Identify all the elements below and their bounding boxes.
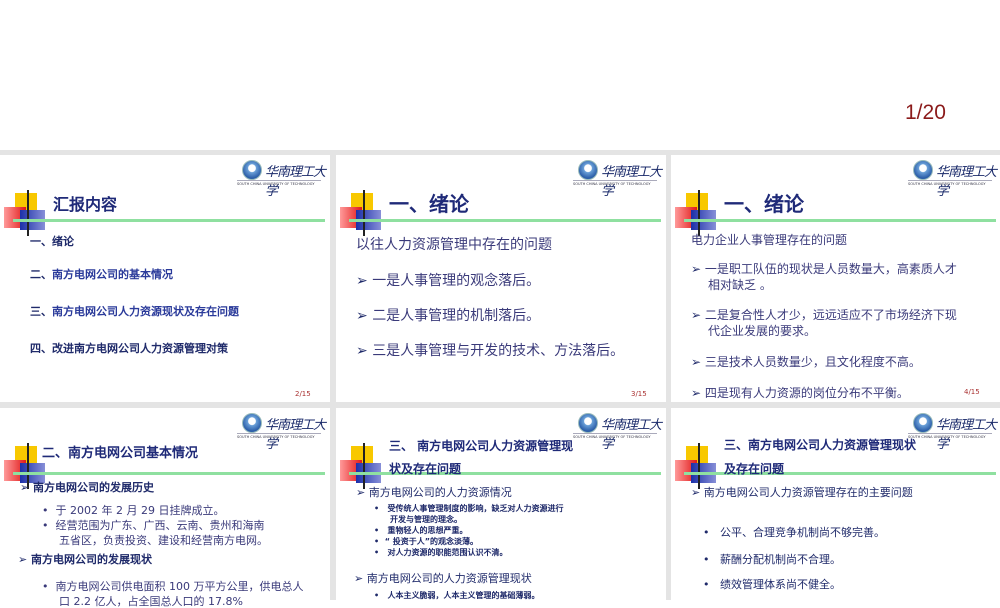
- bullet-item: • 于 2002 年 2 月 29 日挂牌成立。: [42, 504, 225, 517]
- agenda-item: 二、南方电网公司的基本情况: [30, 268, 173, 281]
- slide-title: 三、南方电网公司人力资源管理现状 及存在问题: [724, 438, 917, 476]
- section-heading: ➢ 南方电网公司的人力资源管理现状: [354, 572, 532, 585]
- bullet-item: • 重物轻人的思想严重。: [374, 526, 468, 535]
- bullet-item: ➢ 二是人事管理的机制落后。: [356, 308, 541, 324]
- bullet-item: ➢ 一是职工队伍的现状是人员数量大，高素质人才 相对缺乏 。: [691, 262, 957, 292]
- bullet-item: ➢ 一是人事管理的观念落后。: [356, 273, 541, 289]
- arrow-bullet-icon: ➢: [356, 343, 373, 359]
- slide-title: 汇报内容: [53, 195, 118, 214]
- slide-thumbnail-5[interactable]: 华南理工大学 SOUTH CHINA UNIVERSITY OF TECHNOL…: [0, 408, 330, 608]
- bullet-item: • 公平、合理竞争机制尚不够完善。: [703, 526, 885, 539]
- divider: [908, 433, 992, 434]
- bullet-item: ➢ 三是技术人员数量少，且文化程度不高。: [691, 355, 921, 369]
- divider: [237, 433, 321, 434]
- bullet-item: • 南方电网公司供电面积 100 万平方公里，供电总人口 2.2 亿人，占全国总…: [42, 580, 304, 608]
- slide-thumbnail-grid: 华南理工大学 SOUTH CHINA UNIVERSITY OF TECHNOL…: [0, 150, 1000, 608]
- agenda-item: 一、绪论: [30, 235, 74, 248]
- university-emblem-icon: [242, 413, 262, 433]
- slide-thumbnail-6[interactable]: 华南理工大学 SOUTH CHINA UNIVERSITY OF TECHNOL…: [336, 408, 666, 608]
- slide-title: 一、绪论: [389, 192, 469, 216]
- divider: [237, 180, 321, 181]
- title-decoration-icon: [0, 190, 60, 238]
- bullet-item: • 受传统人事管理制度的影响，缺乏对人力资源进行: [374, 504, 564, 513]
- slide-subtitle: 以往人力资源管理中存在的问题: [356, 237, 552, 253]
- university-emblem-icon: [578, 160, 598, 180]
- university-logo-subtitle: SOUTH CHINA UNIVERSITY OF TECHNOLOGY: [237, 435, 315, 439]
- title-underline: [349, 219, 661, 222]
- agenda-item: 三、南方电网公司人力资源现状及存在问题: [30, 305, 239, 318]
- university-emblem-icon: [913, 413, 933, 433]
- section-heading: ➢ 南方电网公司的人力资源情况: [356, 486, 512, 499]
- bullet-item: • “ 投资于人”的观念淡薄。: [374, 537, 478, 546]
- slide-counter: 1/20: [905, 101, 946, 124]
- university-emblem-icon: [913, 160, 933, 180]
- page-number: 3/15: [631, 390, 647, 398]
- bullet-item: • 人本主义脆弱，人本主义管理的基础薄弱。: [374, 591, 540, 600]
- slide-thumbnail-2[interactable]: 华南理工大学 SOUTH CHINA UNIVERSITY OF TECHNOL…: [0, 155, 330, 402]
- bullet-item: • 经营范围为广东、广西、云南、贵州和海南 五省区，负责投资、建设和经营南方电网。: [42, 519, 268, 547]
- slide-title: 二、南方电网公司基本情况: [42, 446, 199, 461]
- university-logo-subtitle: SOUTH CHINA UNIVERSITY OF TECHNOLOGY: [237, 182, 315, 186]
- title-decoration-icon: [336, 190, 396, 238]
- university-logo-subtitle: SOUTH CHINA UNIVERSITY OF TECHNOLOGY: [908, 182, 986, 186]
- slide-thumbnail-7[interactable]: 华南理工大学 SOUTH CHINA UNIVERSITY OF TECHNOL…: [671, 408, 1000, 608]
- arrow-bullet-icon: ➢: [356, 308, 373, 324]
- bullet-item: • 对人力资源的职能范围认识不清。: [374, 548, 508, 557]
- bullet-item: ➢ 二是复合性人才少，远远适应不了市场经济下现 代企业发展的要求。: [691, 308, 957, 338]
- page-number: 2/15: [295, 390, 311, 398]
- title-underline: [13, 472, 325, 475]
- bullet-item: • 薪酬分配机制尚不合理。: [703, 553, 841, 566]
- slide-subtitle: 电力企业人事管理存在的问题: [691, 233, 848, 247]
- divider: [573, 433, 657, 434]
- university-logo-subtitle: SOUTH CHINA UNIVERSITY OF TECHNOLOGY: [573, 435, 651, 439]
- university-logo-subtitle: SOUTH CHINA UNIVERSITY OF TECHNOLOGY: [908, 435, 986, 439]
- divider: [573, 180, 657, 181]
- title-underline: [13, 219, 325, 222]
- bullet-list: • 受传统人事管理制度的影响，缺乏对人力资源进行 开发与管理的理念。 • 重物轻…: [374, 504, 564, 557]
- bullet-item: ➢ 三是人事管理与开发的技术、方法落后。: [356, 343, 625, 359]
- university-logo-subtitle: SOUTH CHINA UNIVERSITY OF TECHNOLOGY: [573, 182, 651, 186]
- agenda-item: 四、改进南方电网公司人力资源管理对策: [30, 342, 228, 355]
- university-emblem-icon: [242, 160, 262, 180]
- university-emblem-icon: [578, 413, 598, 433]
- page-number: 4/15: [964, 388, 980, 396]
- bullet-item: • 绩效管理体系尚不健全。: [703, 578, 841, 591]
- section-heading: ➢ 南方电网公司人力资源管理存在的主要问题: [691, 486, 913, 499]
- section-heading: ➢ 南方电网公司的发展历史: [20, 481, 155, 494]
- slide-thumbnail-4[interactable]: 华南理工大学 SOUTH CHINA UNIVERSITY OF TECHNOL…: [671, 155, 1000, 402]
- slide-title: 三、 南方电网公司人力资源管理现 状及存在问题: [389, 439, 574, 476]
- divider: [908, 180, 992, 181]
- section-heading: ➢ 南方电网公司的发展现状: [18, 553, 153, 566]
- title-underline: [684, 219, 996, 222]
- slide-title: 一、绪论: [724, 192, 804, 216]
- arrow-bullet-icon: ➢: [356, 273, 373, 289]
- viewer-header: 1/20: [0, 0, 1000, 150]
- slide-thumbnail-3[interactable]: 华南理工大学 SOUTH CHINA UNIVERSITY OF TECHNOL…: [336, 155, 666, 402]
- bullet-item: ➢ 四是现有人力资源的岗位分布不平衡。: [691, 386, 909, 400]
